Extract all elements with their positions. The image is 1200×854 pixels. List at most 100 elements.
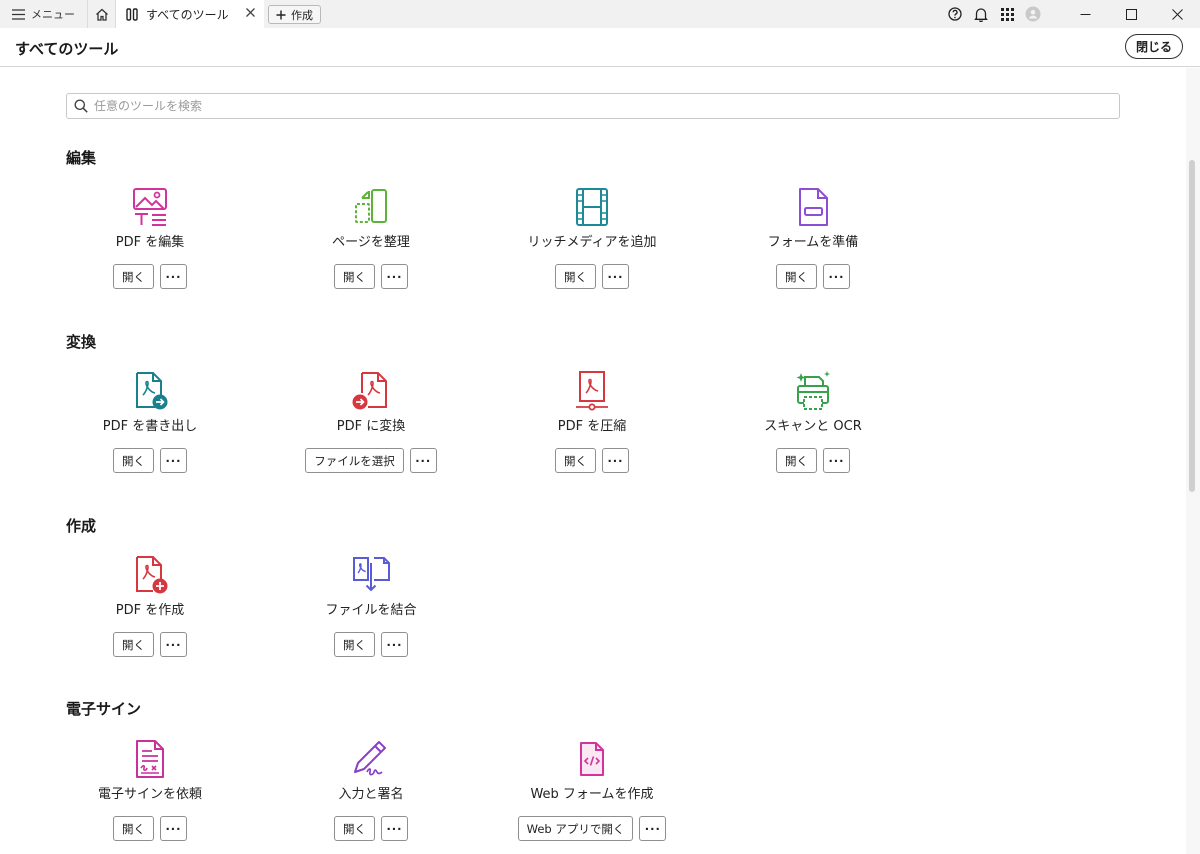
tool-fill-and-sign: 入力と署名 開く ··· <box>261 739 481 841</box>
combine-files-icon <box>353 557 390 592</box>
tool-label: Web フォームを作成 <box>530 787 654 802</box>
request-signature-icon <box>136 740 164 778</box>
open-button[interactable]: 開く <box>113 816 154 841</box>
tool-add-rich-media: リッチメディアを追加 開く ··· <box>482 187 702 289</box>
more-options-button[interactable]: ··· <box>602 448 629 473</box>
scroll-thumb[interactable] <box>1189 160 1195 492</box>
web-form-icon <box>580 742 604 776</box>
plus-icon <box>276 10 286 19</box>
open-button[interactable]: 開く <box>113 448 154 473</box>
notifications-button[interactable] <box>968 0 994 28</box>
tool-label: ページを整理 <box>332 235 410 250</box>
window-close-button[interactable] <box>1154 0 1200 28</box>
tools-icon <box>126 7 138 21</box>
help-icon <box>948 7 962 21</box>
help-button[interactable] <box>942 0 968 28</box>
organize-pages-icon <box>355 189 387 223</box>
search-input[interactable] <box>94 99 1119 113</box>
tool-label: フォームを準備 <box>767 235 859 250</box>
home-icon <box>95 8 108 21</box>
minimize-button[interactable] <box>1062 0 1108 28</box>
close-icon[interactable] <box>245 7 256 18</box>
open-button[interactable]: 開く <box>113 632 154 657</box>
open-button[interactable]: 開く <box>776 264 817 289</box>
tool-create-web-form: Web フォームを作成 Web アプリで開く ··· <box>482 739 702 841</box>
close-all-tools-button[interactable]: 閉じる <box>1125 34 1183 59</box>
menu-button[interactable]: メニュー <box>0 0 88 28</box>
home-button[interactable] <box>88 0 116 28</box>
more-options-button[interactable]: ··· <box>823 448 850 473</box>
tool-label: PDF を書き出し <box>102 419 198 434</box>
title-bar: メニュー すべてのツール 作成 <box>0 0 1200 28</box>
page-title: すべてのツール <box>15 40 119 58</box>
profile-button[interactable] <box>1020 0 1046 28</box>
search-icon <box>74 99 88 113</box>
scan-ocr-icon <box>796 371 830 410</box>
more-options-button[interactable]: ··· <box>602 264 629 289</box>
more-options-button[interactable]: ··· <box>823 264 850 289</box>
prepare-form-icon <box>799 188 828 226</box>
fill-sign-icon <box>354 741 386 776</box>
tool-organize-pages: ページを整理 開く ··· <box>261 187 481 289</box>
tool-label: PDF を圧縮 <box>557 419 627 434</box>
select-file-button[interactable]: ファイルを選択 <box>305 448 404 473</box>
tool-label: リッチメディアを追加 <box>527 235 657 250</box>
more-options-button[interactable]: ··· <box>381 816 408 841</box>
avatar-icon <box>1025 6 1041 22</box>
tool-label: PDF に変換 <box>336 419 406 434</box>
bell-icon <box>974 7 988 22</box>
menu-label: メニュー <box>31 8 75 21</box>
tool-edit-pdf: PDF を編集 開く ··· <box>40 187 260 289</box>
more-options-button[interactable]: ··· <box>381 264 408 289</box>
create-new-button[interactable]: 作成 <box>268 5 321 24</box>
apps-grid-icon <box>1000 7 1014 21</box>
tool-request-esignature: 電子サインを依頼 開く ··· <box>40 739 260 841</box>
convert-to-pdf-icon <box>352 372 387 410</box>
close-icon <box>1171 8 1183 20</box>
tab-all-tools[interactable]: すべてのツール <box>116 0 264 28</box>
more-options-button[interactable]: ··· <box>160 632 187 657</box>
open-button[interactable]: 開く <box>555 448 596 473</box>
tool-search-box[interactable] <box>66 93 1120 119</box>
compress-pdf-icon <box>576 371 608 411</box>
tool-label: ファイルを結合 <box>325 603 417 618</box>
open-button[interactable]: 開く <box>776 448 817 473</box>
page-header: すべてのツール 閉じる <box>0 28 1200 67</box>
more-options-button[interactable]: ··· <box>160 448 187 473</box>
tab-label: すべてのツール <box>146 7 229 22</box>
open-button[interactable]: 開く <box>113 264 154 289</box>
section-title-edit: 編集 <box>66 149 97 167</box>
open-button[interactable]: 開く <box>334 632 375 657</box>
open-button[interactable]: 開く <box>334 816 375 841</box>
tool-compress-pdf: PDF を圧縮 開く ··· <box>482 371 702 473</box>
more-options-button[interactable]: ··· <box>409 448 437 473</box>
apps-button[interactable] <box>994 0 1020 28</box>
tool-label: スキャンと OCR <box>764 419 862 434</box>
open-in-web-app-button[interactable]: Web アプリで開く <box>517 816 634 841</box>
tool-create-pdf: PDF を作成 開く ··· <box>40 555 260 657</box>
more-options-button[interactable]: ··· <box>639 816 667 841</box>
vertical-scrollbar[interactable] <box>1186 68 1200 854</box>
open-button[interactable]: 開く <box>334 264 375 289</box>
tool-label: 入力と署名 <box>338 787 404 802</box>
section-title-convert: 変換 <box>66 333 97 351</box>
rich-media-icon <box>576 188 608 226</box>
minimize-icon <box>1080 13 1090 15</box>
section-title-create: 作成 <box>66 517 97 535</box>
create-pdf-icon <box>136 556 168 594</box>
more-options-button[interactable]: ··· <box>160 816 187 841</box>
export-pdf-icon <box>136 372 168 410</box>
tool-prepare-form: フォームを準備 開く ··· <box>703 187 923 289</box>
tool-label: 電子サインを依頼 <box>97 787 202 802</box>
edit-pdf-icon <box>133 188 167 226</box>
maximize-button[interactable] <box>1108 0 1154 28</box>
tool-export-pdf: PDF を書き出し 開く ··· <box>40 371 260 473</box>
hamburger-icon <box>12 8 25 20</box>
open-button[interactable]: 開く <box>555 264 596 289</box>
section-title-esign: 電子サイン <box>66 700 142 718</box>
tool-scan-ocr: スキャンと OCR 開く ··· <box>703 371 923 473</box>
more-options-button[interactable]: ··· <box>160 264 187 289</box>
tool-label: PDF を編集 <box>115 235 185 250</box>
more-options-button[interactable]: ··· <box>381 632 408 657</box>
tool-convert-to-pdf: PDF に変換 ファイルを選択 ··· <box>261 371 481 473</box>
